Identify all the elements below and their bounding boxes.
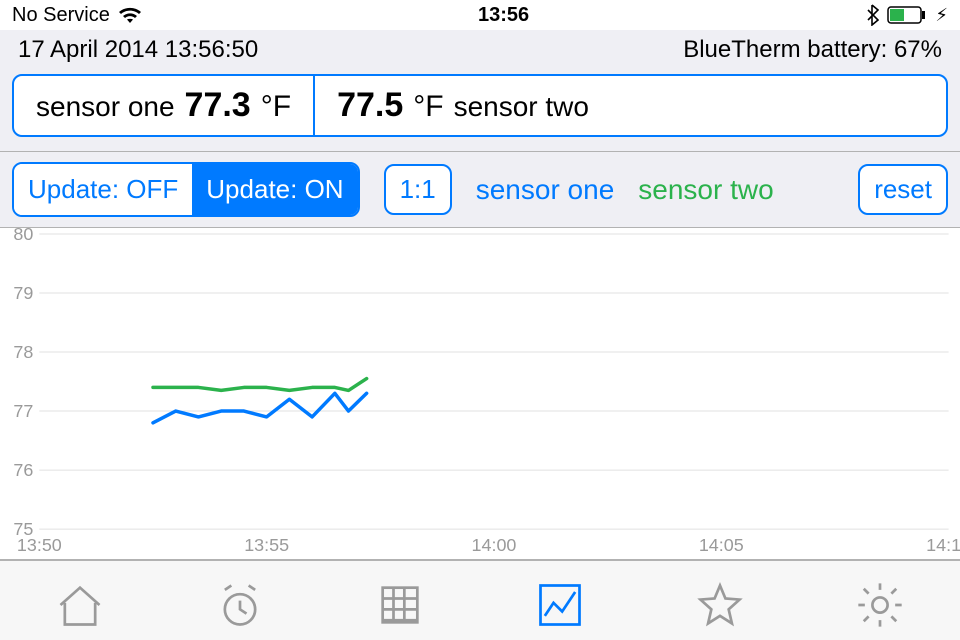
datetime-label: 17 April 2014 13:56:50 bbox=[18, 36, 258, 64]
svg-text:14:05: 14:05 bbox=[699, 535, 744, 555]
sensor-one-value: 77.3 bbox=[185, 86, 251, 125]
sensor-one-readout: sensor one 77.3 °F bbox=[14, 76, 315, 135]
sensor-two-value: 77.5 bbox=[337, 86, 403, 125]
svg-text:77: 77 bbox=[13, 401, 33, 421]
sensor-one-unit: °F bbox=[261, 90, 291, 124]
legend-sensor-one[interactable]: sensor one bbox=[476, 174, 615, 206]
wifi-icon bbox=[118, 6, 142, 24]
svg-text:78: 78 bbox=[13, 342, 33, 362]
bluetooth-icon bbox=[865, 4, 879, 26]
chart-toolbar: Update: OFF Update: ON 1:1 sensor one se… bbox=[0, 152, 960, 228]
svg-text:76: 76 bbox=[13, 460, 33, 480]
sensor-two-readout: 77.5 °F sensor two bbox=[315, 76, 611, 135]
reset-button[interactable]: reset bbox=[858, 164, 948, 215]
tab-home[interactable] bbox=[0, 561, 160, 640]
charging-icon: ⚡︎ bbox=[935, 5, 948, 26]
svg-text:13:55: 13:55 bbox=[244, 535, 289, 555]
legend-sensor-two[interactable]: sensor two bbox=[638, 174, 773, 206]
svg-text:14:00: 14:00 bbox=[472, 535, 517, 555]
tab-table[interactable] bbox=[320, 561, 480, 640]
clock-label: 13:56 bbox=[478, 4, 529, 27]
update-on-button[interactable]: Update: ON bbox=[192, 164, 357, 215]
carrier-label: No Service bbox=[12, 4, 110, 27]
device-battery-label: BlueTherm battery: 67% bbox=[683, 36, 942, 64]
update-toggle[interactable]: Update: OFF Update: ON bbox=[12, 162, 360, 217]
sensor-two-label: sensor two bbox=[454, 91, 589, 123]
svg-text:80: 80 bbox=[13, 228, 33, 244]
ios-status-bar: No Service 13:56 ⚡︎ bbox=[0, 0, 960, 30]
sensor-one-label: sensor one bbox=[36, 91, 175, 123]
svg-text:14:10: 14:10 bbox=[926, 535, 960, 555]
tab-bar bbox=[0, 560, 960, 640]
sensor-two-unit: °F bbox=[413, 90, 443, 124]
tab-settings[interactable] bbox=[800, 561, 960, 640]
sensor-readout-box: sensor one 77.3 °F 77.5 °F sensor two bbox=[12, 74, 948, 137]
update-off-button[interactable]: Update: OFF bbox=[14, 164, 192, 215]
tab-chart[interactable] bbox=[480, 561, 640, 640]
header-panel: 17 April 2014 13:56:50 BlueTherm battery… bbox=[0, 30, 960, 152]
battery-icon bbox=[887, 6, 927, 24]
tab-favorites[interactable] bbox=[640, 561, 800, 640]
chart[interactable]: 75767778798013:5013:5514:0014:0514:10 bbox=[0, 228, 960, 560]
ratio-button[interactable]: 1:1 bbox=[384, 164, 452, 215]
svg-text:13:50: 13:50 bbox=[17, 535, 62, 555]
svg-text:79: 79 bbox=[13, 283, 33, 303]
tab-alarm[interactable] bbox=[160, 561, 320, 640]
